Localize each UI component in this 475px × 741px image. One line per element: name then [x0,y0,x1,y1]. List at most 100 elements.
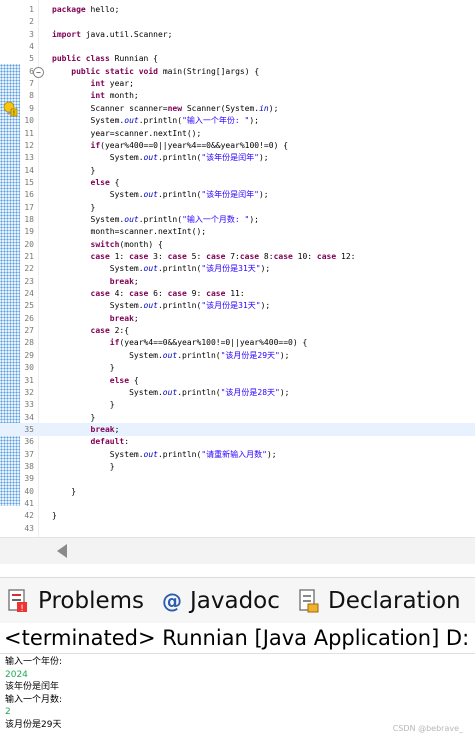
code-line[interactable]: 18 System.out.println("输入一个月数: "); [0,213,475,226]
bottom-panel-tabs: ! Problems @ Javadoc Declaration [0,577,475,625]
code-text: System.out.println("该年份是闰年"); [52,190,269,200]
code-line[interactable]: 8 int month; [0,89,475,102]
tab-problems[interactable]: ! Problems [6,586,144,616]
line-number: 29 [24,350,34,360]
line-number: 11 [24,128,34,138]
code-line[interactable]: 42} [0,509,475,522]
code-line[interactable]: 16 System.out.println("该年份是闰年"); [0,188,475,201]
code-line[interactable]: 7 int year; [0,77,475,90]
code-line[interactable]: 26 break; [0,312,475,325]
code-line[interactable]: 43 [0,522,475,535]
line-number: 7 [29,79,34,89]
code-editor[interactable]: ! 1 package hello; 2 3 import java.util.Scan… [0,0,475,537]
line-number: 34 [24,412,34,422]
code-text: System.out.println("输入一个年份: "); [52,116,259,126]
console-status-header: <terminated> Runnian [Java Application] … [0,623,475,654]
line-number: 16 [24,190,34,200]
code-text: package hello; [52,5,120,14]
code-line[interactable]: 36 default: [0,435,475,448]
line-number: 31 [24,375,34,385]
code-line[interactable]: 32 System.out.println("该月份是28天"); [0,386,475,399]
code-text: else { [90,177,120,187]
line-number: 2 [29,17,34,27]
line-number: 42 [24,511,34,521]
line-number: 20 [24,239,34,249]
at-sign-icon: @ [162,589,182,613]
tab-declaration[interactable]: Declaration [298,586,461,616]
line-number: 36 [24,437,34,447]
code-line[interactable]: 37 System.out.println("请重新输入月数"); [0,448,475,461]
code-line[interactable]: 6− public static void main(String[]args)… [0,65,475,78]
line-number: 27 [24,326,34,336]
line-number: 24 [24,289,34,299]
code-text: break; [109,313,139,323]
code-text: System.out.println("该月份是31天"); [52,301,271,311]
line-number: 40 [24,486,34,496]
code-line[interactable]: 12 if(year%400==0||year%4==0&&year%100!=… [0,139,475,152]
code-line[interactable]: 22 System.out.println("该月份是31天"); [0,262,475,275]
problems-icon: ! [6,588,30,614]
tab-javadoc[interactable]: @ Javadoc [162,586,280,616]
scroll-left-arrow-icon[interactable] [57,544,67,558]
code-line[interactable]: 33 } [0,398,475,411]
code-line[interactable]: 19 month=scanner.nextInt(); [0,225,475,238]
code-line[interactable]: 3 import java.util.Scanner; [0,28,475,41]
horizontal-scrollbar[interactable] [0,537,475,565]
code-text: import java.util.Scanner; [52,29,173,39]
code-line[interactable]: 13 System.out.println("该年份是闰年"); [0,151,475,164]
code-line[interactable]: 39 [0,472,475,485]
code-line[interactable]: 1 package hello; [0,3,475,16]
code-line[interactable]: 9 Scanner scanner=new Scanner(System.in)… [0,102,475,115]
code-line[interactable]: 40 } [0,485,475,498]
console-input-line: 2 [5,707,11,717]
line-number: 28 [24,338,34,348]
code-line[interactable]: 11 year=scanner.nextInt(); [0,127,475,140]
code-text: if(year%4==0&&year%100!=0||year%400==0) … [109,338,308,348]
line-number: 15 [24,177,34,187]
code-text: System.out.println("该月份是31天"); [52,264,271,274]
line-number: 1 [29,5,34,14]
line-number: 39 [24,474,34,484]
code-text: switch(month) { [90,239,163,249]
code-line[interactable]: 25 System.out.println("该月份是31天"); [0,299,475,312]
code-line[interactable]: 5 public class Runnian { [0,52,475,65]
code-line[interactable]: 28 if(year%4==0&&year%100!=0||year%400==… [0,336,475,349]
code-line[interactable]: 29 System.out.println("该月份是29天"); [0,349,475,362]
code-line[interactable]: 15 else { [0,176,475,189]
line-number: 6 [29,66,34,76]
code-line[interactable]: 30 } [0,361,475,374]
code-text: System.out.println("输入一个月数: "); [52,214,259,224]
code-line[interactable]: 4 [0,40,475,53]
code-line[interactable]: 38 } [0,460,475,473]
code-line[interactable]: 24 case 4: case 6: case 9: case 11: [0,287,475,300]
console-status-text: <terminated> Runnian [Java Application] … [4,626,470,650]
code-text: } [52,165,96,175]
code-line[interactable]: 35 break; [0,422,475,436]
line-number: 19 [24,227,34,237]
line-number: 35 [24,424,34,434]
line-number: 21 [24,252,34,261]
code-line[interactable]: 17 } [0,201,475,214]
code-text: } [52,486,77,496]
line-number: 5 [29,54,34,64]
code-line[interactable]: 34 } [0,411,475,424]
code-text: month=scanner.nextInt(); [52,227,207,237]
code-text: int month; [90,91,139,101]
code-line[interactable]: 23 break; [0,275,475,288]
fold-toggle-icon[interactable]: − [33,66,44,78]
code-line[interactable]: 41 [0,497,475,510]
code-line[interactable]: 31 else { [0,374,475,387]
code-line[interactable]: 2 [0,15,475,28]
code-line[interactable]: 20 switch(month) { [0,238,475,251]
code-text: } [52,511,57,521]
code-text: int year; [90,79,134,89]
code-text: System.out.println("该月份是28天"); [52,387,290,397]
line-number: 25 [24,301,34,311]
code-line[interactable]: 27 case 2:{ [0,324,475,337]
code-line[interactable]: 14 } [0,164,475,177]
watermark: CSDN @bebrave_ [392,724,463,733]
code-line[interactable]: 10 System.out.println("输入一个年份: "); [0,114,475,127]
code-text: } [52,363,115,373]
code-line[interactable]: 21 case 1: case 3: case 5: case 7:case 8… [0,250,475,263]
line-number: 4 [29,42,34,52]
